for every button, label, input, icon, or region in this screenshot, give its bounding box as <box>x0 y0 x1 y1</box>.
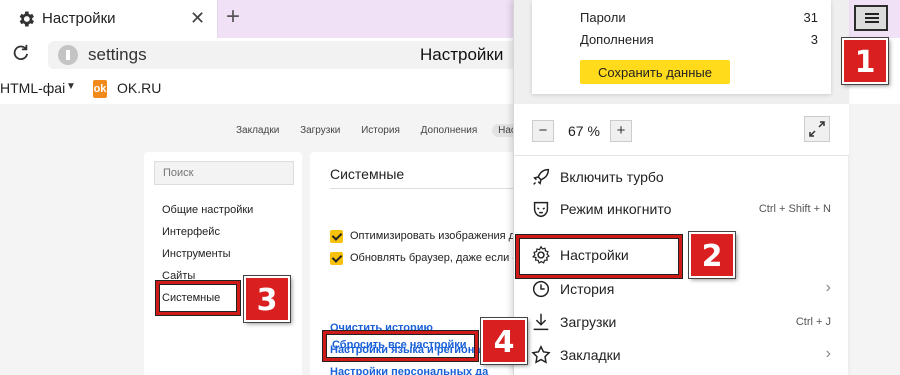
hamburger-line <box>865 13 879 15</box>
nav-extensions[interactable]: Дополнения <box>421 125 478 136</box>
annotation-badge-1: 1 <box>842 38 888 84</box>
bookmark-folder[interactable]: HTML-фаі <box>0 80 65 96</box>
zoom-out-button[interactable]: − <box>532 120 554 142</box>
rocket-icon <box>533 168 550 185</box>
tab-title: Настройки <box>42 10 116 27</box>
sync-count: 3 <box>810 32 818 47</box>
new-tab-button[interactable]: + <box>226 3 240 31</box>
sync-row-passwords: Пароли 31 <box>580 10 818 25</box>
sidebar-item-general[interactable]: Общие настройки <box>162 202 253 224</box>
checkbox-label: Оптимизировать изображения для <box>350 230 514 242</box>
fullscreen-icon <box>809 121 825 137</box>
search-box[interactable] <box>154 161 294 185</box>
nav-bookmarks[interactable]: Закладки <box>236 125 279 136</box>
browser-menu: Пароли 31 Дополнения 3 Сохранить данные … <box>513 0 849 375</box>
address-page-title: Настройки <box>420 45 504 64</box>
settings-sidebar: Общие настройки Интерфейс Инструменты Са… <box>144 152 302 375</box>
menu-item-turbo[interactable]: Включить турбо <box>514 162 849 194</box>
zoom-in-button[interactable]: + <box>610 120 632 142</box>
menu-item-bookmarks[interactable]: Закладки › <box>514 340 849 372</box>
menu-item-label: История <box>560 281 615 297</box>
annotation-badge-3: 3 <box>244 276 290 322</box>
zoom-row: − 67 % + <box>514 104 849 156</box>
address-url: settings <box>88 45 147 64</box>
chevron-right-icon: › <box>825 345 831 362</box>
menu-button[interactable] <box>854 5 888 31</box>
sync-label: Пароли <box>580 10 626 25</box>
chevron-right-icon: › <box>825 279 831 296</box>
browser-window: Настройки ✕ + settings Настройки HTML-фа… <box>0 0 900 375</box>
menu-item-shortcut: Ctrl + Shift + N <box>758 203 831 215</box>
sync-row-extensions: Дополнения 3 <box>580 32 818 47</box>
sync-card: Пароли 31 Дополнения 3 Сохранить данные <box>532 0 831 94</box>
bookmark-ok-ru[interactable]: OK.RU <box>117 80 161 96</box>
gear-icon <box>19 11 34 27</box>
hamburger-line <box>865 21 879 23</box>
highlight-settings <box>516 235 682 278</box>
menu-item-shortcut: Ctrl + J <box>795 316 831 328</box>
checkbox-update-browser[interactable]: Обновлять браузер, даже если он <box>330 252 514 268</box>
menu-item-label: Загрузки <box>560 314 617 330</box>
menu-item-label: Режим инкогнито <box>560 201 672 217</box>
highlight-reset <box>323 331 478 361</box>
annotation-badge-2: 2 <box>689 232 735 278</box>
highlight-system <box>156 281 240 315</box>
download-icon <box>533 313 549 331</box>
fullscreen-button[interactable] <box>804 116 830 142</box>
section-title: Системные <box>330 166 405 182</box>
tab-settings[interactable]: Настройки ✕ <box>0 0 218 38</box>
annotation-badge-4: 4 <box>481 318 527 364</box>
yandex-site-icon <box>58 45 78 65</box>
sidebar-item-interface[interactable]: Интерфейс <box>162 224 253 246</box>
menu-item-label: Включить турбо <box>560 169 664 185</box>
checkbox-label: Обновлять браузер, даже если он <box>350 252 514 264</box>
sync-label: Дополнения <box>580 32 654 47</box>
divider <box>330 188 514 189</box>
menu-item-incognito[interactable]: Режим инкогнито Ctrl + Shift + N <box>514 194 849 226</box>
menu-item-downloads[interactable]: Загрузки Ctrl + J <box>514 307 849 339</box>
checkbox-optimize-images[interactable]: Оптимизировать изображения для <box>330 230 514 246</box>
incognito-mask-icon <box>533 201 549 218</box>
sync-count: 31 <box>803 10 818 25</box>
save-data-button[interactable]: Сохранить данные <box>580 60 730 84</box>
hamburger-line <box>865 17 879 19</box>
reload-icon[interactable] <box>12 44 30 62</box>
menu-item-history[interactable]: История › <box>514 274 849 306</box>
nav-history[interactable]: История <box>361 125 400 136</box>
close-icon[interactable]: ✕ <box>190 8 205 29</box>
zoom-value: 67 % <box>568 123 600 139</box>
nav-downloads[interactable]: Загрузки <box>300 125 340 136</box>
search-input[interactable] <box>155 162 293 184</box>
clock-icon <box>532 280 550 298</box>
checkbox-checked-icon[interactable] <box>330 252 343 265</box>
sidebar-item-tools[interactable]: Инструменты <box>162 246 253 268</box>
menu-item-label: Закладки <box>560 347 621 363</box>
link-personal-data[interactable]: Настройки персональных да <box>330 366 488 375</box>
star-icon <box>531 345 551 364</box>
checkbox-checked-icon[interactable] <box>330 230 343 243</box>
address-field[interactable]: settings Настройки <box>48 41 518 69</box>
chevron-down-icon[interactable]: ▼ <box>66 81 76 92</box>
ok-ru-icon: ok <box>93 80 107 98</box>
